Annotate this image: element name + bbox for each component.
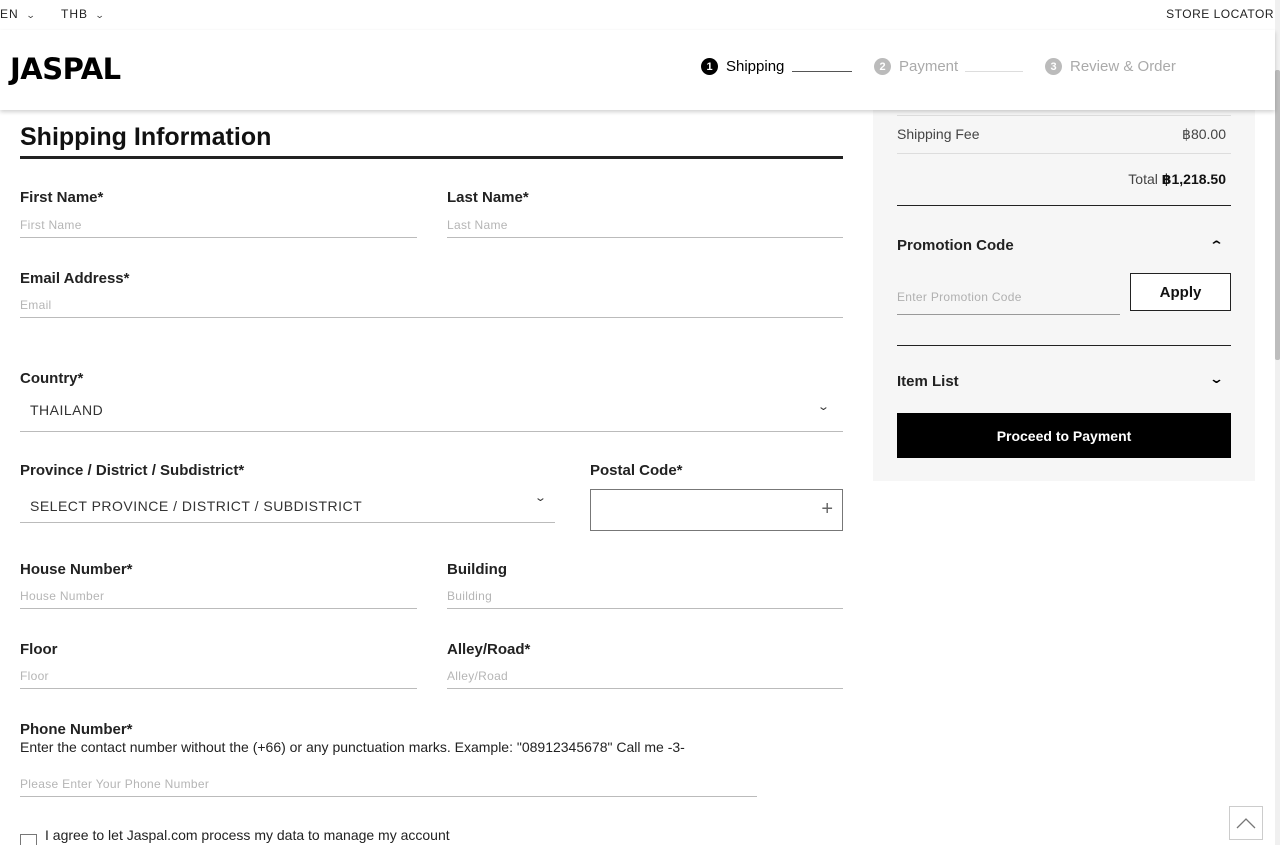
promotion-code-input[interactable] (897, 280, 1120, 315)
alley-road-input[interactable] (447, 663, 843, 689)
language-label: EN (0, 7, 19, 21)
last-name-label: Last Name* (447, 189, 529, 206)
house-number-label: House Number* (20, 561, 133, 578)
step-review-order: 3 Review & Order (1045, 58, 1176, 75)
province-value: SELECT PROVINCE / DISTRICT / SUBDISTRICT (30, 498, 363, 514)
postal-code-field[interactable]: + (590, 489, 843, 531)
building-label: Building (447, 561, 507, 578)
total-value: ฿1,218.50 (1161, 171, 1226, 187)
email-label: Email Address* (20, 270, 130, 287)
chevron-down-icon: ⌄ (817, 401, 831, 413)
first-name-input[interactable] (20, 212, 417, 238)
checkout-header: JASPAL 1 Shipping 2 Payment 3 Review & O… (0, 30, 1275, 110)
postal-code-label: Postal Code* (590, 462, 683, 479)
chevron-down-icon: ⌄ (94, 10, 106, 20)
consent-checkbox[interactable] (20, 834, 37, 845)
scrollbar-thumb[interactable] (1275, 70, 1280, 360)
top-utility-bar: EN ⌄ THB ⌄ STORE LOCATOR (0, 0, 1280, 30)
country-select[interactable]: THAILAND ⌄ (20, 396, 843, 432)
promotion-code-title[interactable]: Promotion Code (897, 237, 1014, 254)
phone-hint: Enter the contact number without the (+6… (20, 739, 685, 755)
jaspal-logo[interactable]: JASPAL (10, 52, 121, 86)
divider (897, 115, 1231, 116)
title-divider (20, 156, 843, 159)
floor-label: Floor (20, 641, 58, 658)
step-label: Payment (899, 58, 959, 75)
step-number: 2 (874, 58, 891, 75)
step-number: 3 (1045, 58, 1062, 75)
store-locator-link[interactable]: STORE LOCATOR (1166, 7, 1274, 21)
order-summary-panel: Shipping Fee ฿80.00 Total ฿1,218.50 Prom… (873, 110, 1255, 481)
email-input[interactable] (20, 292, 843, 318)
step-payment: 2 Payment (874, 58, 958, 75)
proceed-to-payment-button[interactable]: Proceed to Payment (897, 413, 1231, 458)
step-divider (792, 71, 852, 72)
apply-button[interactable]: Apply (1130, 273, 1231, 311)
currency-selector[interactable]: THB ⌄ (61, 7, 105, 21)
first-name-label: First Name* (20, 189, 104, 206)
phone-label: Phone Number* (20, 721, 133, 738)
consent-text: I agree to let Jaspal.com process my dat… (45, 827, 450, 843)
page-title: Shipping Information (20, 123, 272, 151)
province-label: Province / District / Subdistrict* (20, 462, 245, 479)
total-label: Total (1128, 171, 1158, 187)
back-to-top-button[interactable] (1229, 806, 1263, 840)
country-label: Country* (20, 370, 84, 387)
step-number: 1 (701, 58, 718, 75)
total-row: Total ฿1,218.50 (1128, 171, 1226, 188)
divider (897, 205, 1231, 206)
chevron-down-icon: ⌄ (534, 492, 548, 504)
currency-label: THB (61, 7, 88, 21)
page-scrollbar[interactable] (1275, 0, 1280, 845)
shipping-fee-label: Shipping Fee (897, 126, 980, 142)
divider (897, 345, 1231, 346)
divider (897, 153, 1231, 154)
house-number-input[interactable] (20, 583, 417, 609)
province-select[interactable]: SELECT PROVINCE / DISTRICT / SUBDISTRICT… (20, 492, 555, 523)
arrow-up-icon (1236, 818, 1256, 829)
step-label: Review & Order (1070, 58, 1176, 75)
step-shipping: 1 Shipping (701, 58, 784, 75)
item-list-title[interactable]: Item List (897, 373, 959, 390)
chevron-up-icon[interactable]: ⌃ (1209, 238, 1224, 254)
step-label: Shipping (726, 58, 785, 75)
alley-road-label: Alley/Road* (447, 641, 531, 658)
building-input[interactable] (447, 583, 843, 609)
country-value: THAILAND (30, 402, 104, 418)
chevron-down-icon: ⌄ (25, 10, 37, 20)
step-divider (965, 71, 1023, 72)
last-name-input[interactable] (447, 212, 843, 238)
floor-input[interactable] (20, 663, 417, 689)
plus-icon[interactable]: + (821, 498, 833, 521)
phone-input[interactable] (20, 771, 757, 797)
language-selector[interactable]: EN ⌄ (0, 7, 35, 21)
shipping-fee-value: ฿80.00 (1182, 126, 1226, 142)
chevron-down-icon[interactable]: ⌄ (1209, 371, 1224, 387)
